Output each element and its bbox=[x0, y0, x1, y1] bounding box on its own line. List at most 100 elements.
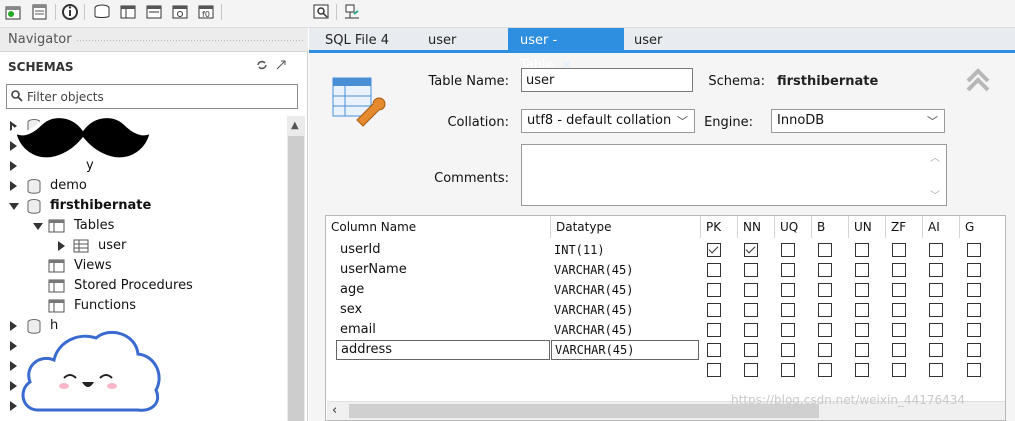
checkbox-uq[interactable] bbox=[781, 263, 795, 277]
checkbox-uq[interactable] bbox=[781, 303, 795, 317]
open-sql-script-icon[interactable] bbox=[30, 2, 50, 22]
checkbox-ai[interactable] bbox=[929, 303, 943, 317]
navigator-grip[interactable] bbox=[76, 39, 304, 42]
datatype-cell[interactable]: VARCHAR(45) bbox=[551, 260, 699, 280]
expand-arrow-icon[interactable] bbox=[10, 181, 17, 191]
inspector-icon[interactable] bbox=[60, 2, 80, 22]
checkbox-g[interactable] bbox=[967, 363, 981, 377]
checkbox-nn[interactable] bbox=[744, 283, 758, 297]
column-header-nn[interactable]: NN bbox=[738, 216, 775, 238]
checkbox-ai[interactable] bbox=[929, 343, 943, 357]
checkbox-g[interactable] bbox=[967, 303, 981, 317]
create-function-icon[interactable]: f0 bbox=[196, 2, 216, 22]
filter-objects-input[interactable] bbox=[27, 87, 295, 106]
tab-user[interactable]: user bbox=[416, 28, 468, 53]
scrollbar-thumb[interactable] bbox=[288, 136, 304, 421]
checkbox-b[interactable] bbox=[818, 323, 832, 337]
checkbox-nn[interactable] bbox=[744, 363, 758, 377]
column-name-cell[interactable] bbox=[326, 360, 551, 380]
checkbox-b[interactable] bbox=[818, 243, 832, 257]
tab-user[interactable]: user bbox=[622, 28, 674, 53]
column-name-cell[interactable]: userId bbox=[326, 240, 551, 260]
create-view-icon[interactable] bbox=[144, 2, 164, 22]
scroll-up-arrow-icon[interactable]: ▲ bbox=[291, 120, 299, 131]
engine-select[interactable]: InnoDB ﹀ bbox=[771, 109, 945, 133]
search-table-data-icon[interactable] bbox=[312, 2, 332, 22]
checkbox-pk[interactable] bbox=[707, 263, 721, 277]
checkbox-g[interactable] bbox=[967, 343, 981, 357]
checkbox-zf[interactable] bbox=[892, 243, 906, 257]
checkbox-pk[interactable] bbox=[707, 283, 721, 297]
datatype-cell[interactable]: VARCHAR(45) bbox=[551, 300, 699, 320]
tree-item-functions-folder[interactable]: Functions bbox=[0, 296, 286, 316]
column-name-cell[interactable]: email bbox=[326, 320, 551, 340]
checkbox-uq[interactable] bbox=[781, 343, 795, 357]
column-header-un[interactable]: UN bbox=[849, 216, 886, 238]
checkbox-nn[interactable] bbox=[744, 263, 758, 277]
column-header-zf[interactable]: ZF bbox=[886, 216, 923, 238]
checkbox-b[interactable] bbox=[818, 343, 832, 357]
datatype-cell[interactable]: INT(11) bbox=[551, 240, 699, 260]
refresh-icon[interactable] bbox=[256, 60, 268, 70]
checkbox-b[interactable] bbox=[818, 283, 832, 297]
column-name-cell[interactable]: sex bbox=[326, 300, 551, 320]
checkbox-zf[interactable] bbox=[892, 263, 906, 277]
table-row[interactable]: userName VARCHAR(45) bbox=[326, 260, 1005, 280]
checkbox-un[interactable] bbox=[855, 363, 869, 377]
scroll-down-arrow-icon[interactable]: ﹀ bbox=[930, 187, 940, 202]
collapse-arrow-icon[interactable] bbox=[33, 223, 43, 230]
tree-item-tables-folder[interactable]: Tables bbox=[0, 216, 286, 236]
checkbox-ai[interactable] bbox=[929, 323, 943, 337]
collapse-header-icon[interactable] bbox=[965, 68, 991, 94]
checkbox-g[interactable] bbox=[967, 243, 981, 257]
checkbox-un[interactable] bbox=[855, 323, 869, 337]
checkbox-uq[interactable] bbox=[781, 283, 795, 297]
checkbox-nn[interactable] bbox=[744, 323, 758, 337]
table-row[interactable]: address VARCHAR(45) bbox=[326, 340, 1005, 360]
create-procedure-icon[interactable] bbox=[170, 2, 190, 22]
table-name-input[interactable] bbox=[521, 68, 693, 92]
scroll-up-arrow-icon[interactable]: ︿ bbox=[930, 149, 940, 164]
column-name-cell[interactable]: address bbox=[336, 340, 550, 360]
checkbox-ai[interactable] bbox=[929, 263, 943, 277]
checkbox-b[interactable] bbox=[818, 263, 832, 277]
checkbox-g[interactable] bbox=[967, 263, 981, 277]
checkbox-nn[interactable] bbox=[744, 303, 758, 317]
checkbox-nn[interactable] bbox=[744, 343, 758, 357]
checkbox-zf[interactable] bbox=[892, 303, 906, 317]
column-name-cell[interactable]: userName bbox=[326, 260, 551, 280]
checkbox-zf[interactable] bbox=[892, 363, 906, 377]
tab-sql-file-4[interactable]: SQL File 4 bbox=[313, 28, 401, 53]
checkbox-pk[interactable] bbox=[707, 343, 721, 357]
column-header-datatype[interactable]: Datatype bbox=[551, 216, 701, 238]
column-header-ai[interactable]: AI bbox=[923, 216, 960, 238]
column-header-uq[interactable]: UQ bbox=[775, 216, 812, 238]
table-row[interactable]: email VARCHAR(45) bbox=[326, 320, 1005, 340]
scroll-left-arrow-icon[interactable]: ‹ bbox=[332, 403, 337, 418]
column-header-pk[interactable]: PK bbox=[701, 216, 738, 238]
checkbox-nn[interactable] bbox=[744, 243, 758, 257]
checkbox-un[interactable] bbox=[855, 343, 869, 357]
tree-item-schema-firsthibernate[interactable]: firsthibernate bbox=[0, 196, 286, 216]
table-row[interactable]: age VARCHAR(45) bbox=[326, 280, 1005, 300]
datatype-cell[interactable]: VARCHAR(45) bbox=[551, 320, 699, 340]
collapse-arrow-icon[interactable] bbox=[9, 203, 19, 210]
checkbox-pk[interactable] bbox=[707, 323, 721, 337]
expand-panel-icon[interactable] bbox=[276, 60, 286, 70]
checkbox-uq[interactable] bbox=[781, 323, 795, 337]
checkbox-g[interactable] bbox=[967, 283, 981, 297]
create-table-icon[interactable] bbox=[118, 2, 138, 22]
checkbox-un[interactable] bbox=[855, 243, 869, 257]
collation-select[interactable]: utf8 - default collation ﹀ bbox=[521, 109, 695, 133]
navigator-scrollbar[interactable]: ▲ bbox=[287, 116, 305, 421]
checkbox-un[interactable] bbox=[855, 263, 869, 277]
checkbox-uq[interactable] bbox=[781, 243, 795, 257]
reconnect-icon[interactable] bbox=[342, 2, 362, 22]
datatype-cell[interactable] bbox=[551, 360, 699, 380]
create-schema-icon[interactable] bbox=[92, 2, 112, 22]
expand-arrow-icon[interactable] bbox=[58, 241, 65, 251]
column-header-name[interactable]: Column Name bbox=[326, 216, 551, 238]
checkbox-un[interactable] bbox=[855, 283, 869, 297]
column-name-cell[interactable]: age bbox=[326, 280, 551, 300]
checkbox-zf[interactable] bbox=[892, 343, 906, 357]
